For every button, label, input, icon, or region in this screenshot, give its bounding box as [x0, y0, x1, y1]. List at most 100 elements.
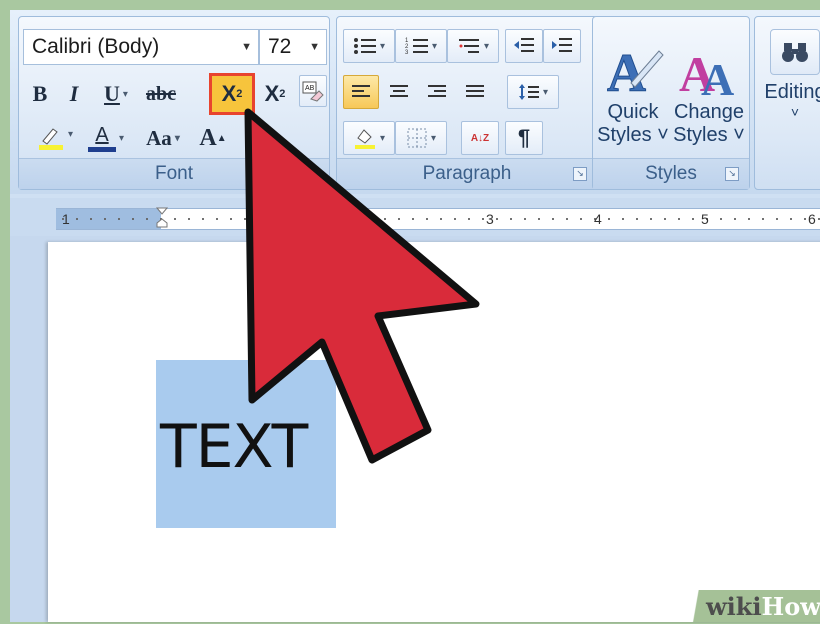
shading-button[interactable]: ▾ — [343, 121, 395, 155]
change-styles-icon: AA — [679, 46, 734, 101]
align-right-icon — [428, 85, 446, 97]
bullets-button[interactable]: ▾ — [343, 29, 395, 63]
svg-text:A: A — [701, 54, 734, 101]
editing-group: Editing ˅ — [754, 16, 820, 190]
svg-text:3: 3 — [405, 50, 409, 56]
decrease-indent-button[interactable] — [505, 29, 543, 63]
grow-font-label: A — [199, 124, 217, 151]
eraser-icon: AB — [302, 81, 324, 102]
chevron-down-icon: ▾ — [67, 129, 73, 140]
subscript-label: X — [221, 81, 237, 106]
font-size-value: 72 — [268, 35, 292, 58]
font-group: Calibri (Body) ▼ 72 ▼ B I U ▾ abc X2 X 2… — [18, 16, 330, 190]
justify-icon — [466, 85, 484, 97]
horizontal-ruler[interactable]: 1 2 3 4 5 6 — [10, 198, 820, 236]
numbered-list-icon: 123 — [405, 38, 428, 56]
change-styles-label-1: Change — [673, 101, 745, 123]
dialog-launcher-icon[interactable]: ↘ — [305, 167, 319, 181]
quick-styles-icon: A — [607, 43, 664, 101]
ruler-number: 1 — [62, 211, 70, 227]
editing-label: Editing — [764, 81, 820, 103]
bold-label: B — [32, 81, 48, 106]
ruler-number: 6 — [808, 211, 816, 227]
caret-up-icon: ▲ — [216, 132, 227, 144]
font-color-swatch — [87, 147, 116, 152]
font-size-combo[interactable]: 72 ▼ — [259, 29, 327, 65]
document-text[interactable]: TEXT — [160, 412, 308, 482]
dialog-launcher-icon[interactable]: ↘ — [573, 167, 587, 181]
font-name-value: Calibri (Body) — [32, 35, 160, 58]
numbering-button[interactable]: 123 ▾ — [395, 29, 447, 63]
ribbon: Calibri (Body) ▼ 72 ▼ B I U ▾ abc X2 X 2… — [10, 10, 820, 194]
align-center-button[interactable] — [381, 75, 417, 109]
superscript-button[interactable]: X2 — [257, 77, 293, 111]
chevron-down-icon: ▾ — [122, 88, 128, 100]
paint-bucket-icon — [354, 129, 375, 149]
align-left-button[interactable] — [343, 75, 379, 109]
show-formatting-button[interactable]: ¶ — [505, 121, 543, 155]
align-center-icon — [390, 85, 408, 97]
change-styles-label-2: Styles ˅ — [673, 124, 745, 146]
indent-marker-icon[interactable] — [155, 207, 169, 229]
increase-indent-button[interactable] — [543, 29, 581, 63]
chevron-down-icon: ˅ — [790, 104, 800, 120]
font-color-button[interactable]: A ▾ — [83, 121, 129, 155]
chevron-down-icon: ▾ — [483, 40, 490, 52]
chevron-down-icon: ▾ — [542, 86, 549, 98]
quick-styles-label-2: Styles ˅ — [597, 124, 669, 146]
line-spacing-button[interactable]: ▾ — [507, 75, 559, 109]
paragraph-group-label: Paragraph — [337, 158, 597, 189]
underline-button[interactable]: U ▾ — [93, 77, 139, 111]
increase-indent-icon — [552, 38, 572, 52]
watermark-part1: wiki — [706, 592, 762, 621]
borders-button[interactable]: ▾ — [395, 121, 447, 155]
subscript-mark: 2 — [236, 88, 243, 100]
superscript-mark: 2 — [279, 88, 286, 100]
strikethrough-label: abc — [146, 82, 176, 105]
chevron-down-icon: ▾ — [379, 40, 386, 52]
svg-text:AB: AB — [305, 85, 315, 92]
paragraph-group: ▾ 123 ▾ ▾ ▾ ▾ ▾ A↓Z ¶ Paragraph ↘ — [336, 16, 598, 190]
italic-label: I — [69, 81, 79, 106]
line-spacing-icon — [518, 84, 539, 100]
sort-button[interactable]: A↓Z — [461, 121, 499, 155]
chevron-down-icon: ▾ — [379, 132, 386, 144]
wikihow-watermark: wikiHow — [686, 590, 820, 622]
bullet-list-icon — [353, 38, 376, 54]
chevron-down-icon: ▼ — [309, 41, 320, 53]
chevron-down-icon: ▾ — [174, 132, 180, 144]
align-right-button[interactable] — [419, 75, 455, 109]
change-case-button[interactable]: Aa ▾ — [133, 121, 193, 155]
italic-button[interactable]: I — [61, 77, 87, 111]
change-case-label: Aa — [146, 125, 172, 150]
font-name-combo[interactable]: Calibri (Body) ▼ — [23, 29, 259, 65]
underline-label: U — [104, 81, 120, 106]
font-color-letter: A — [95, 124, 109, 146]
quick-styles-button[interactable]: A Quick Styles ˅ — [597, 23, 669, 163]
clear-formatting-button[interactable]: AB — [299, 75, 327, 107]
highlight-color-button[interactable]: ▾ — [25, 121, 77, 155]
ruler-number: 5 — [701, 211, 709, 227]
dialog-launcher-icon[interactable]: ↘ — [725, 167, 739, 181]
multilevel-list-icon — [458, 39, 479, 53]
bold-button[interactable]: B — [27, 77, 53, 111]
watermark-part2: How — [761, 592, 820, 621]
ruler-strip: 1 2 3 4 5 6 — [56, 207, 820, 230]
highlighter-icon — [39, 128, 63, 150]
quick-styles-label-1: Quick — [607, 101, 659, 123]
styles-group: A Quick Styles ˅ AA Change Styles ˅ Styl… — [592, 16, 750, 190]
font-group-label: Font — [19, 158, 329, 189]
multilevel-list-button[interactable]: ▾ — [447, 29, 499, 63]
subscript-button[interactable]: X2 — [209, 73, 255, 115]
chevron-down-icon: ▾ — [118, 132, 125, 144]
editing-button[interactable]: Editing ˅ — [757, 23, 820, 163]
decrease-indent-icon — [514, 38, 534, 52]
strikethrough-button[interactable]: abc — [141, 77, 181, 111]
chevron-down-icon: ▾ — [431, 40, 438, 52]
change-styles-button[interactable]: AA Change Styles ˅ — [671, 23, 747, 163]
borders-icon — [407, 128, 427, 148]
ruler-number: 4 — [594, 211, 602, 227]
ruler-number: 2 — [270, 211, 278, 227]
grow-font-button[interactable]: A ▲ — [199, 121, 227, 155]
justify-button[interactable] — [457, 75, 493, 109]
